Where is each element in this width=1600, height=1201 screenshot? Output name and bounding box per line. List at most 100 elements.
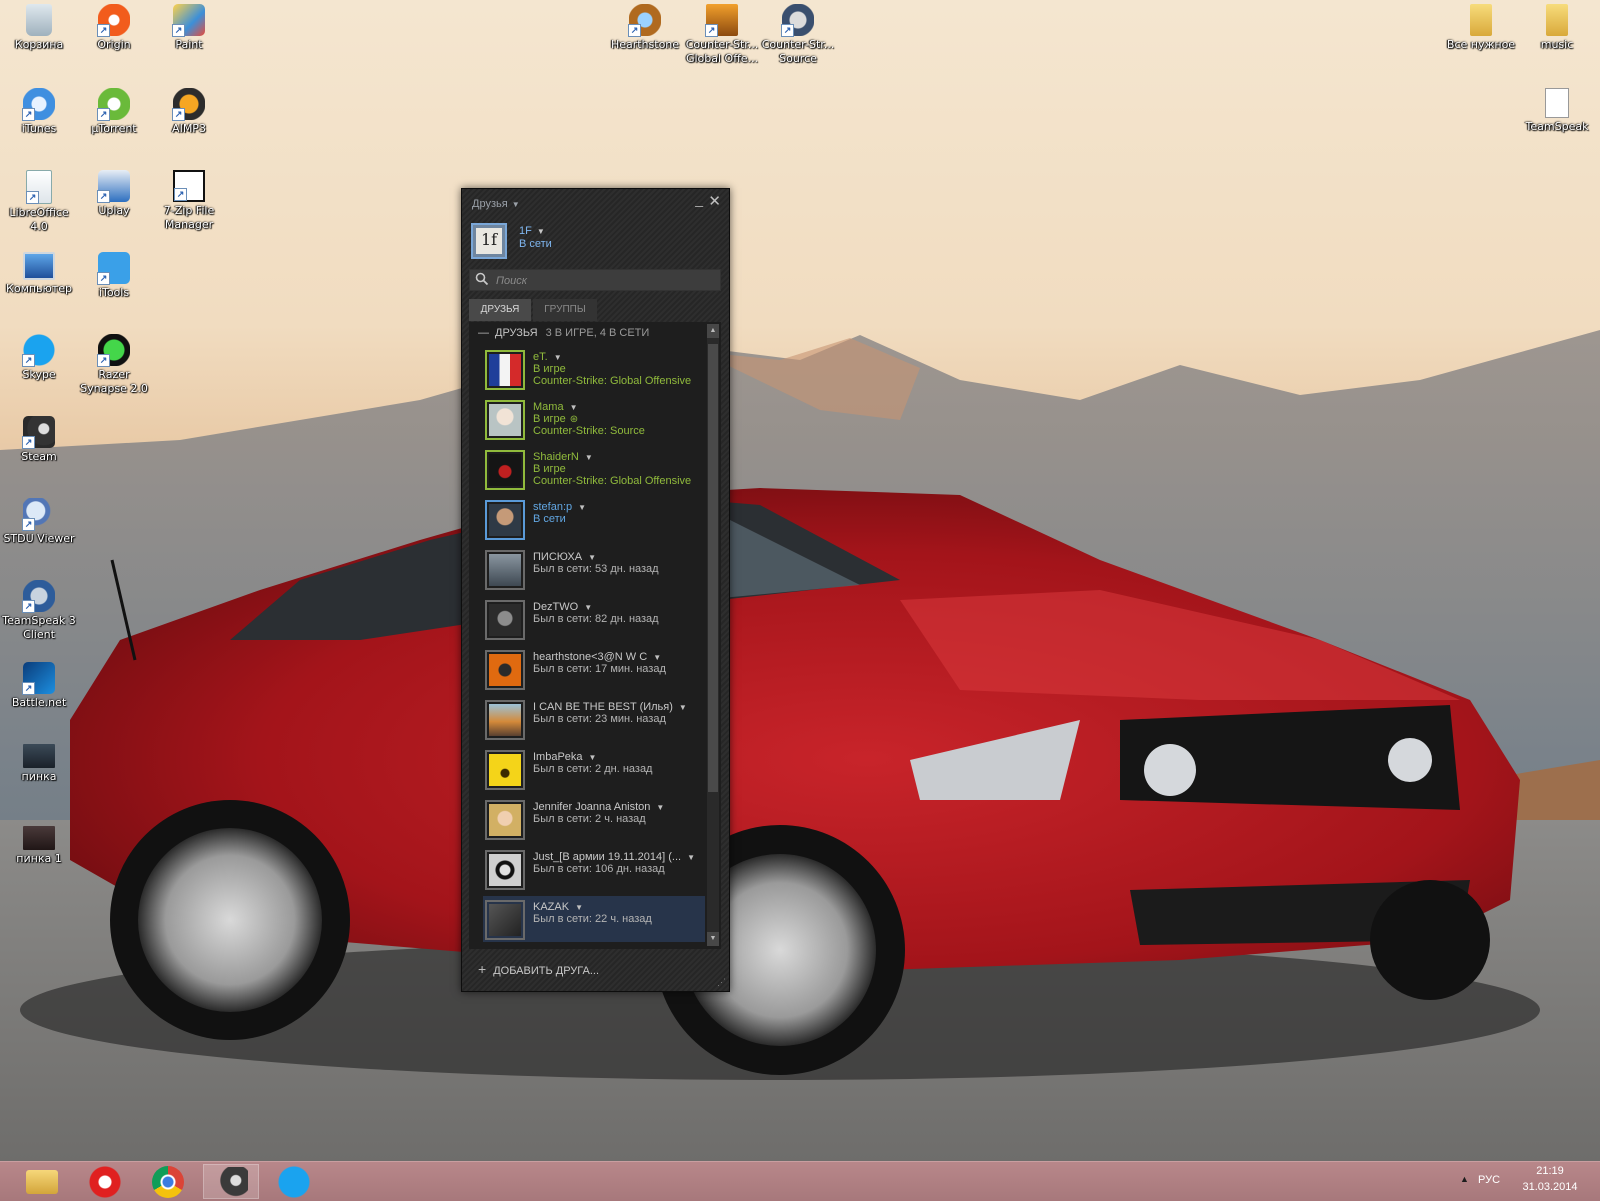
friend-row[interactable]: Jennifer Joanna Aniston ▼ Был в сети: 2 ч… [483,796,705,842]
desktop-icon-pinka-1[interactable]: пинка 1 [0,826,78,866]
friend-row[interactable]: hearthstone<3@N W C ▼ Был в сети: 17 мин.… [483,646,705,692]
desktop-icon-razer[interactable]: ↗ Razer Synapse 2.0 [75,334,153,396]
chevron-down-icon[interactable]: ▼ [588,553,596,562]
css-icon: ↗ [781,4,814,37]
desktop-icon-hearthstone[interactable]: ↗ Hearthstone [606,4,684,52]
collapse-icon[interactable]: — [478,327,489,339]
search-icon [475,272,489,286]
minimize-button[interactable]: _ [695,191,703,207]
scroll-up-arrow-icon[interactable]: ▲ [707,324,719,338]
desktop-icon-folder-music[interactable]: music [1518,4,1596,52]
window-title[interactable]: Друзья ▼ [472,198,520,210]
scrollbar[interactable]: ▲ ▼ [707,324,719,946]
my-name[interactable]: 1F ▼ [519,225,545,237]
avatar [485,800,525,840]
desktop-icon-origin[interactable]: ↗ Origin [75,4,153,52]
chevron-down-icon[interactable]: ▼ [570,403,578,412]
resize-grip-icon[interactable]: ⋰ [717,977,726,988]
add-friend-button[interactable]: + ДОБАВИТЬ ДРУГА... [478,961,599,977]
desktop-icon-utorrent[interactable]: ↗ µTorrent [75,88,153,136]
friend-game: Counter-Strike: Global Offensive [533,375,692,387]
taskbar-steam[interactable] [203,1164,259,1199]
friend-status: В игре [533,363,566,375]
chevron-down-icon: ▼ [511,200,520,209]
desktop-icon-folder-vse-nuzhnoe[interactable]: Все нужное [1442,4,1520,52]
tab-friends[interactable]: ДРУЗЬЯ [469,299,531,321]
desktop-icon-teamspeak-client[interactable]: ↗ TeamSpeak 3 Client [0,580,78,642]
clock-date[interactable]: 31.03.2014 [1520,1181,1580,1193]
show-hidden-icons-button[interactable]: ▲ [1460,1174,1469,1184]
chrome-icon [152,1166,184,1198]
friend-status: В сети [533,513,566,525]
desktop-icon-css[interactable]: ↗ Counter-Str... Source [759,4,837,66]
avatar [485,600,525,640]
friend-row[interactable]: stefan:p ▼ В сети [483,496,705,542]
chevron-down-icon[interactable]: ▼ [653,653,661,662]
friend-game: Counter-Strike: Global Offensive [533,475,692,487]
folder-icon [1546,4,1568,36]
desktop-icon-steam[interactable]: ↗ Steam [0,416,78,464]
friend-row[interactable]: Just_[В армии 19.11.2014] (... ▼ Был в се… [483,846,705,892]
desktop-icon-skype[interactable]: ↗ Skype [0,334,78,382]
chevron-down-icon[interactable]: ▼ [584,603,592,612]
chevron-down-icon[interactable]: ▼ [554,353,562,362]
search-input[interactable] [494,272,718,290]
battlenet-icon: ↗ [22,662,55,695]
chevron-down-icon[interactable]: ▼ [578,503,586,512]
desktop-icon-uplay[interactable]: ↗ Uplay [75,170,153,218]
chevron-down-icon[interactable]: ▼ [589,753,597,762]
friend-row[interactable]: I CAN BE THE BEST (Илья) ▼ Был в сети: 23… [483,696,705,742]
desktop-icon-aimp[interactable]: ↗ AIMP3 [150,88,228,136]
friend-row[interactable]: eT. ▼ В игре Counter-Strike: Global Offen… [483,346,705,392]
friend-row[interactable]: Mama ▼ В игре ⊛ Counter-Strike: Source [483,396,705,442]
wallpaper [0,330,1600,1161]
hearthstone-icon: ↗ [628,4,661,37]
desktop-icon-itunes[interactable]: ↗ iTunes [0,88,78,136]
chevron-down-icon[interactable]: ▼ [679,703,687,712]
itunes-icon: ↗ [22,88,55,121]
desktop-icon-battlenet[interactable]: ↗ Battle.net [0,662,78,710]
desktop-icon-teamspeak-file[interactable]: TeamSpeak [1518,88,1596,134]
close-button[interactable]: ✕ [708,192,721,210]
taskbar-yandex-browser[interactable] [77,1164,133,1199]
desktop-icon-itools[interactable]: ↗ iTools [75,252,153,300]
taskbar-file-explorer[interactable] [14,1164,70,1199]
chevron-down-icon[interactable]: ▼ [585,453,593,462]
friend-row[interactable]: ImbaPeka ▼ Был в сети: 2 дн. назад [483,746,705,792]
yandex-browser-icon [89,1166,121,1198]
clock-time[interactable]: 21:19 [1520,1165,1580,1177]
friend-row[interactable]: KAZAK ▼ Был в сети: 22 ч. назад [483,896,705,942]
friend-row[interactable]: ПИСЮХА ▼ Был в сети: 53 дн. назад [483,546,705,592]
razer-icon: ↗ [97,334,130,367]
scrollbar-thumb[interactable] [708,344,718,792]
desktop-icon-stdu-viewer[interactable]: ↗ STDU Viewer [0,498,78,546]
desktop-icon-pinka[interactable]: пинка [0,744,78,784]
desktop-icon-csgo[interactable]: ↗ Counter-Str... Global Offe... [683,4,761,66]
desktop-icon-computer[interactable]: Компьютер [0,252,78,296]
taskbar-skype[interactable] [266,1164,322,1199]
friend-row[interactable]: ShaiderN ▼ В игре Counter-Strike: Global … [483,446,705,492]
scroll-down-arrow-icon[interactable]: ▼ [707,932,719,946]
chevron-down-icon: ▼ [536,227,545,236]
chevron-down-icon[interactable]: ▼ [575,903,583,912]
taskbar: ▲ РУС 21:19 31.03.2014 [0,1161,1600,1201]
taskbar-chrome[interactable] [140,1164,196,1199]
tab-groups[interactable]: ГРУППЫ [533,299,597,321]
desktop-icon-recycle-bin[interactable]: Корзина [0,4,78,52]
group-header[interactable]: — ДРУЗЬЯ 3 В ИГРЕ, 4 В СЕТИ [478,327,649,339]
video-file-icon [23,744,55,768]
libreoffice-icon: ↗ [26,170,52,204]
friend-row[interactable]: DezTWO ▼ Был в сети: 82 дн. назад [483,596,705,642]
chevron-down-icon[interactable]: ▼ [687,853,695,862]
language-indicator[interactable]: РУС [1478,1174,1500,1186]
steam-friends-window: Друзья▼ _ ✕ 1f 1F▼ В сети ДРУЗЬЯ ГРУППЫ … [461,188,730,992]
chevron-down-icon[interactable]: ▼ [656,803,664,812]
friend-status: Был в сети: 22 ч. назад [533,913,652,925]
friend-status: Был в сети: 23 мин. назад [533,713,666,725]
desktop-icon-libreoffice[interactable]: ↗ LibreOffice 4.0 [0,170,78,234]
my-avatar[interactable]: 1f [471,223,507,259]
search-box[interactable] [469,269,721,291]
friend-name: hearthstone<3@N W C ▼ [533,651,662,663]
desktop-icon-paint[interactable]: ↗ Paint [150,4,228,52]
desktop-icon-7zip[interactable]: ↗ 7-Zip File Manager [150,170,228,232]
